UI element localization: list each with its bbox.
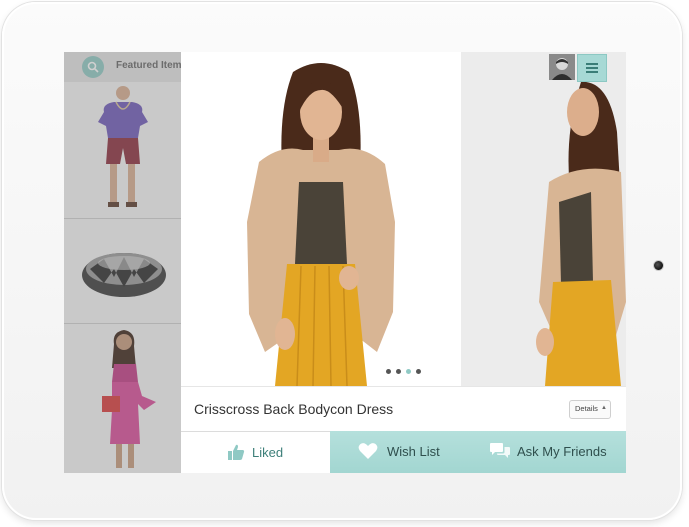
caret-up-icon: ▲	[601, 405, 607, 411]
menu-button[interactable]	[577, 54, 607, 82]
avatar[interactable]	[549, 54, 575, 80]
product-photo[interactable]	[181, 52, 461, 386]
dim-overlay	[64, 52, 182, 473]
action-bar: Liked Wish List Ask My Friends	[181, 431, 626, 473]
product-card: Crisscross Back Bodycon Dress Details ▲ …	[181, 52, 626, 473]
app-screen: Featured Items Crisscross Back Bodycon D…	[64, 52, 626, 473]
wishlist-button[interactable]: Wish List	[330, 431, 478, 473]
next-photo-peek[interactable]	[461, 52, 626, 386]
thumbs-up-icon	[228, 444, 245, 460]
details-label: Details	[575, 404, 598, 413]
pager-dot-active[interactable]	[406, 369, 411, 374]
chat-bubbles-icon	[490, 443, 510, 458]
ask-friends-label: Ask My Friends	[517, 444, 607, 459]
details-dropdown[interactable]: Details ▲	[569, 400, 611, 419]
wishlist-label: Wish List	[387, 444, 440, 459]
liked-button[interactable]: Liked	[181, 431, 331, 473]
liked-label: Liked	[252, 445, 284, 460]
pager-dot[interactable]	[396, 369, 401, 374]
ask-friends-button[interactable]: Ask My Friends	[477, 431, 626, 473]
pager-dot[interactable]	[416, 369, 421, 374]
product-info-bar: Crisscross Back Bodycon Dress Details ▲	[181, 386, 626, 432]
heart-icon	[358, 443, 378, 459]
camera-dot	[653, 260, 664, 271]
pager-dot[interactable]	[386, 369, 391, 374]
product-title: Crisscross Back Bodycon Dress	[194, 401, 394, 417]
featured-list: Featured Items	[64, 52, 187, 473]
menu-icon	[586, 63, 598, 65]
